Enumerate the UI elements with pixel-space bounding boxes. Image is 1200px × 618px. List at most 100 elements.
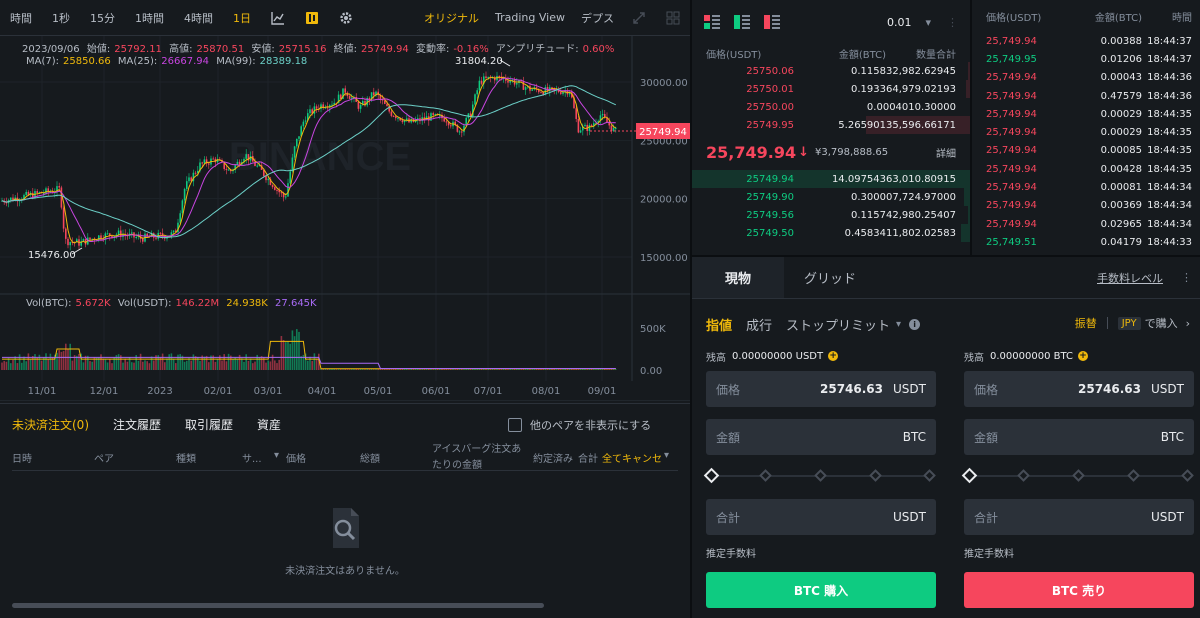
- sell-price-input[interactable]: 25746.63: [1078, 382, 1141, 396]
- buy-price-input[interactable]: 25746.63: [820, 382, 883, 396]
- ask-row[interactable]: 25749.95 5.26590 135,596.66171: [692, 116, 970, 134]
- interval-time[interactable]: 時間: [0, 10, 42, 26]
- interval-1s[interactable]: 1秒: [42, 10, 80, 26]
- view-depth[interactable]: デプス: [573, 10, 622, 26]
- ask-row[interactable]: 25750.01 0.19336 4,979.02193: [692, 80, 970, 98]
- order-type-limit[interactable]: 指値: [706, 315, 732, 334]
- mid-price-row[interactable]: 25,749.94 ↓ ¥3,798,888.65 詳細: [692, 134, 970, 170]
- orderbook-both-icon[interactable]: [704, 15, 720, 29]
- ma25-label: MA(25):: [117, 56, 158, 67]
- buy-slider-step-25[interactable]: [759, 469, 772, 482]
- trade-time: 18:44:34: [1147, 218, 1192, 230]
- ask-row[interactable]: 25750.06 0.11583 2,982.62945: [692, 62, 970, 80]
- sell-slider-step-50[interactable]: [1072, 469, 1085, 482]
- interval-4h[interactable]: 4時間: [174, 10, 223, 26]
- hide-other-pairs[interactable]: 他のペアを非表示にする: [508, 417, 651, 433]
- buy-price-unit: USDT: [893, 382, 926, 396]
- bid-row[interactable]: 25749.90 0.30000 7,724.97000: [692, 188, 970, 206]
- date-axis-label: 05/01: [364, 386, 393, 397]
- sell-slider-step-25[interactable]: [1017, 469, 1030, 482]
- high-marker: 31804.20: [455, 56, 503, 67]
- buy-slider-step-75[interactable]: [869, 469, 882, 482]
- tab-trade-history[interactable]: 取引履歴: [185, 416, 233, 433]
- trade-amount: 0.00428: [1100, 163, 1142, 175]
- interval-15m[interactable]: 15分: [80, 10, 125, 26]
- interval-1h[interactable]: 1時間: [125, 10, 174, 26]
- buy-price-field[interactable]: 価格 25746.63 USDT: [706, 371, 936, 407]
- chevron-right-icon[interactable]: ›: [1186, 317, 1190, 330]
- ask-row[interactable]: 25750.00 0.00040 10.30000: [692, 98, 970, 116]
- view-original[interactable]: オリジナル: [416, 10, 487, 26]
- cancel-all-dropdown-icon[interactable]: ▾: [664, 450, 669, 461]
- stop-limit-dropdown-icon[interactable]: ▾: [896, 319, 901, 330]
- fee-level-text[interactable]: 手数料レベル: [1097, 270, 1163, 286]
- sell-total-field[interactable]: 合計 USDT: [964, 499, 1194, 535]
- sell-price-field[interactable]: 価格 25746.63 USDT: [964, 371, 1194, 407]
- ask-total: 2,982.62945: [892, 65, 956, 77]
- volume-bar: [311, 361, 313, 370]
- settings-gear-icon[interactable]: [329, 11, 363, 25]
- sell-amount-field[interactable]: 金額 BTC: [964, 419, 1194, 455]
- candle-date: 2023/09/06: [22, 44, 80, 55]
- sell-percent-slider[interactable]: [961, 463, 1194, 489]
- orderbook-asks-icon[interactable]: [764, 15, 780, 29]
- info-icon[interactable]: i: [909, 319, 921, 330]
- buy-amount-field[interactable]: 金額 BTC: [706, 419, 936, 455]
- buy-slider-step-50[interactable]: [814, 469, 827, 482]
- chart-canvas[interactable]: BINANCE 30000.0025000.0020000.0015000.00…: [0, 36, 690, 402]
- buy-amount-unit: BTC: [902, 430, 926, 444]
- order-type-stop-limit[interactable]: ストップリミット: [786, 315, 890, 334]
- volume-bar: [278, 359, 280, 370]
- volume-bar: [95, 357, 98, 370]
- buy-btc-button[interactable]: BTC 購入: [706, 572, 936, 608]
- buy-deposit-plus-icon[interactable]: +: [828, 351, 839, 361]
- tab-assets[interactable]: 資産: [257, 416, 281, 433]
- sell-deposit-plus-icon[interactable]: +: [1077, 351, 1088, 361]
- tab-order-history[interactable]: 注文履歴: [113, 416, 161, 433]
- candle-body: [478, 80, 481, 91]
- ask-amount: 0.19336: [851, 83, 893, 95]
- currency-badge[interactable]: JPY: [1117, 316, 1141, 330]
- tab-spot[interactable]: 現物: [692, 257, 784, 298]
- tick-size-select[interactable]: 0.01 ▾ ⋮: [887, 16, 958, 29]
- cancel-all-button[interactable]: 全てキャンセ: [602, 450, 662, 465]
- volume-bar: [562, 369, 564, 370]
- order-type-market[interactable]: 成行: [746, 315, 772, 334]
- sell-btc-button[interactable]: BTC 売り: [964, 572, 1194, 608]
- orderbook-bids-icon[interactable]: [734, 15, 750, 29]
- sell-slider-step-100[interactable]: [1181, 469, 1194, 482]
- col-type[interactable]: 種類: [176, 450, 196, 465]
- volume-bar: [137, 360, 140, 370]
- buy-with-link[interactable]: で購入: [1145, 315, 1178, 331]
- view-tradingview[interactable]: Trading View: [487, 11, 573, 24]
- interval-1d[interactable]: 1日: [223, 10, 261, 26]
- more-vertical-icon-2[interactable]: ⋮: [1181, 271, 1192, 284]
- indicator-icon[interactable]: [261, 11, 295, 25]
- volume-bar: [443, 369, 445, 370]
- grid-layout-icon[interactable]: [656, 11, 690, 25]
- candlestick-type-icon[interactable]: [295, 11, 329, 25]
- sell-slider-step-75[interactable]: [1127, 469, 1140, 482]
- buy-percent-slider[interactable]: [703, 463, 936, 489]
- price-chart[interactable]: BINANCE 30000.00 25000.00 20000.00 15000.00…: [0, 36, 690, 402]
- buy-total-field[interactable]: 合計 USDT: [706, 499, 936, 535]
- expand-icon[interactable]: [622, 11, 656, 25]
- buy-slider-step-100[interactable]: [923, 469, 936, 482]
- more-vertical-icon[interactable]: ⋮: [947, 16, 958, 29]
- fee-level-link[interactable]: 手数料レベル ⋮: [1097, 257, 1200, 298]
- tab-grid[interactable]: グリッド: [784, 257, 876, 298]
- order-book: 0.01 ▾ ⋮ 価格(USDT) 金額(BTC) 数量合計 25750.06 0…: [692, 0, 970, 255]
- buy-slider-handle[interactable]: [703, 467, 720, 484]
- more-link[interactable]: 詳細: [936, 145, 956, 160]
- sell-slider-handle[interactable]: [961, 467, 978, 484]
- bid-row[interactable]: 25749.50 0.45834 11,802.02583: [692, 224, 970, 242]
- transfer-link[interactable]: 振替: [1075, 315, 1097, 331]
- bid-row[interactable]: 25749.94 14.09754 363,010.80915: [692, 170, 970, 188]
- ask-amount: 0.11583: [851, 65, 893, 77]
- horizontal-scrollbar[interactable]: [12, 603, 544, 608]
- side-dropdown-icon[interactable]: ▾: [274, 450, 279, 461]
- bid-row[interactable]: 25749.56 0.11574 2,980.25407: [692, 206, 970, 224]
- tab-open-orders[interactable]: 未決済注文(0): [12, 416, 89, 433]
- col-side[interactable]: サ...: [242, 450, 262, 465]
- hide-other-pairs-checkbox[interactable]: [508, 418, 522, 432]
